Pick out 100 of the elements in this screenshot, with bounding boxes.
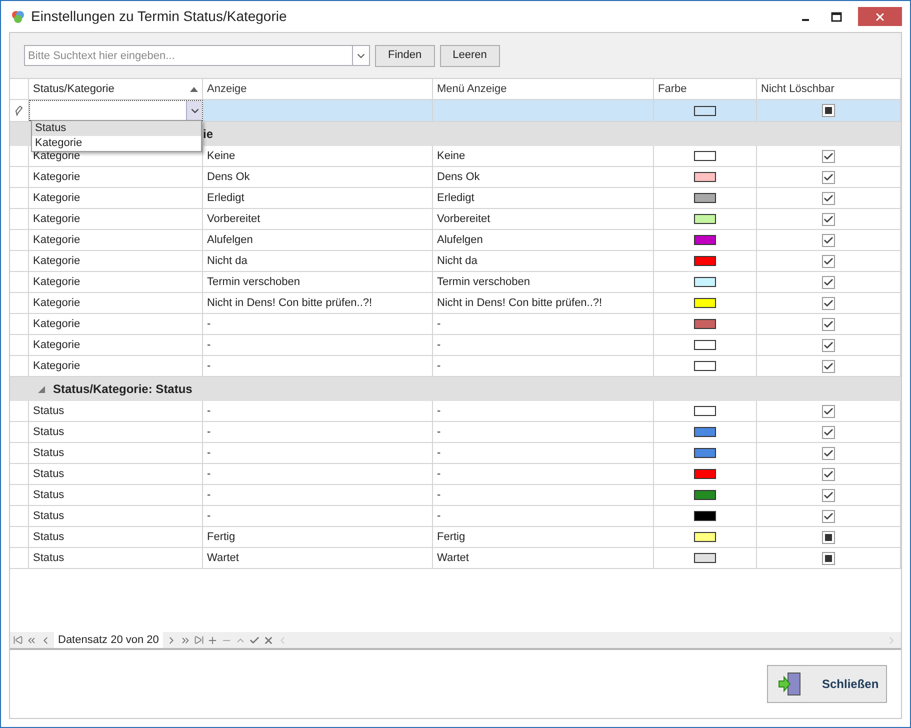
table-cell-text: Fertig [207, 530, 236, 545]
table-cell-text: - [437, 424, 441, 440]
group-title: ie [203, 126, 214, 143]
table-cell-text: - [207, 466, 211, 482]
table-cell-text: Alufelgen [207, 232, 253, 248]
table-cell-text: Fertig [437, 530, 466, 545]
dropdown-button[interactable] [186, 101, 202, 120]
checkbox[interactable] [822, 552, 835, 564]
table-cell-text: Nicht in Dens! Con bitte prüfen..?! [207, 296, 372, 311]
table-cell-text: Kategorie [33, 254, 80, 269]
group-title: Status/Kategorie: Status [53, 381, 192, 398]
cancel-icon[interactable] [262, 634, 274, 646]
table-cell-text: - [437, 466, 441, 482]
app-icon [11, 10, 25, 24]
table-cell-text: - [207, 338, 211, 353]
checkbox[interactable] [822, 254, 835, 268]
table-cell-text: Keine [207, 148, 236, 164]
table-cell-text: Status [33, 488, 64, 503]
column-header[interactable]: Status/Kategorie [33, 80, 114, 98]
table-cell-text: - [437, 488, 441, 503]
dropdown-option[interactable]: Kategorie [32, 136, 201, 151]
expand-icon[interactable] [38, 386, 45, 392]
window-title: Einstellungen zu Termin Status/Kategorie [31, 7, 287, 26]
close-icon [874, 10, 886, 22]
checkbox[interactable] [822, 530, 835, 544]
table-cell-text: Kategorie [33, 274, 80, 290]
column-header[interactable]: Nicht Löschbar [761, 80, 834, 98]
exit-door-icon [778, 672, 802, 696]
table-cell-text: - [207, 508, 211, 524]
table-cell-text: Kategorie [33, 296, 80, 311]
checkbox[interactable] [822, 510, 835, 522]
table-cell-text: - [207, 358, 211, 374]
close-button[interactable] [858, 7, 902, 26]
checkbox[interactable] [822, 338, 835, 352]
record-counter: Datensatz 20 von 20 [54, 632, 163, 648]
table-cell-text: Nicht da [207, 254, 248, 269]
checkbox[interactable] [822, 426, 835, 438]
toolbar-button[interactable]: Leeren [440, 44, 500, 66]
checkbox[interactable] [822, 104, 835, 117]
checkbox[interactable] [822, 468, 835, 480]
checkbox[interactable] [822, 296, 835, 310]
table-cell-text: Status [33, 446, 64, 461]
maximize-icon[interactable] [831, 12, 842, 22]
next-page-icon[interactable] [180, 634, 191, 646]
table-cell-text: Nicht da [437, 254, 478, 269]
checkbox[interactable] [822, 170, 835, 184]
checkbox[interactable] [822, 404, 835, 418]
table-cell-text: Dens Ok [437, 170, 480, 185]
checkbox[interactable] [822, 192, 835, 204]
table-cell-text: - [207, 488, 211, 503]
table-cell-text: Nicht in Dens! Con bitte prüfen..?! [437, 296, 602, 311]
table-cell-text: Kategorie [33, 170, 80, 185]
first-record-icon[interactable] [13, 635, 23, 645]
previous-page-icon[interactable] [26, 634, 37, 646]
table-cell-text: Wartet [437, 550, 469, 566]
last-record-icon[interactable] [194, 635, 204, 645]
table-cell-text: Status [33, 508, 64, 524]
checkbox[interactable] [822, 446, 835, 460]
checkbox[interactable] [822, 234, 835, 246]
checkbox[interactable] [822, 360, 835, 372]
dropdown-option[interactable]: Status [32, 121, 201, 136]
checkbox[interactable] [822, 318, 835, 330]
table-cell-text: Termin verschoben [437, 274, 530, 290]
editor-field[interactable] [29, 100, 203, 121]
table-cell-text: Kategorie [33, 190, 80, 206]
table-cell-text: - [207, 316, 211, 332]
table-cell-text: - [437, 446, 441, 461]
table-cell-text: - [437, 338, 441, 353]
column-header[interactable]: Anzeige [207, 80, 247, 98]
column-header[interactable]: Farbe [658, 80, 687, 98]
table-cell-text: - [207, 404, 211, 419]
search-field[interactable]: Bitte Suchtext hier eingeben... [24, 45, 353, 66]
table-cell-text: Erledigt [207, 190, 244, 206]
table-cell-text: - [207, 424, 211, 440]
close-dialog-button[interactable]: Schließen [767, 665, 887, 703]
table-cell-text: Kategorie [33, 232, 80, 248]
table-cell-text: Vorbereitet [207, 212, 260, 227]
table-cell-text: - [437, 404, 441, 419]
table-cell-text: Kategorie [33, 212, 80, 227]
pencil-icon [15, 106, 23, 116]
table-cell-text: Status [33, 404, 64, 419]
table-cell-text: Kategorie [33, 358, 80, 374]
checkbox[interactable] [822, 488, 835, 502]
check-icon[interactable] [248, 634, 260, 646]
toolbar-button[interactable]: Finden [375, 44, 435, 66]
table-cell-text: Kategorie [33, 338, 80, 353]
checkbox[interactable] [822, 212, 835, 226]
group-header[interactable]: Status/Kategorie: Status [10, 377, 901, 401]
checkbox[interactable] [822, 276, 835, 288]
checkbox[interactable] [822, 150, 835, 162]
table-cell-text: Dens Ok [207, 170, 250, 185]
table-cell-text: Kategorie [33, 316, 80, 332]
table-cell-text: Status [33, 550, 64, 566]
dropdown-button[interactable] [353, 45, 370, 66]
table-cell-text: Status [33, 530, 64, 545]
add-icon[interactable] [206, 634, 218, 646]
table-cell-text: Wartet [207, 550, 239, 566]
table-cell-text: Alufelgen [437, 232, 483, 248]
column-header[interactable]: Menü Anzeige [437, 80, 507, 98]
table-cell-text: Status [33, 424, 64, 440]
